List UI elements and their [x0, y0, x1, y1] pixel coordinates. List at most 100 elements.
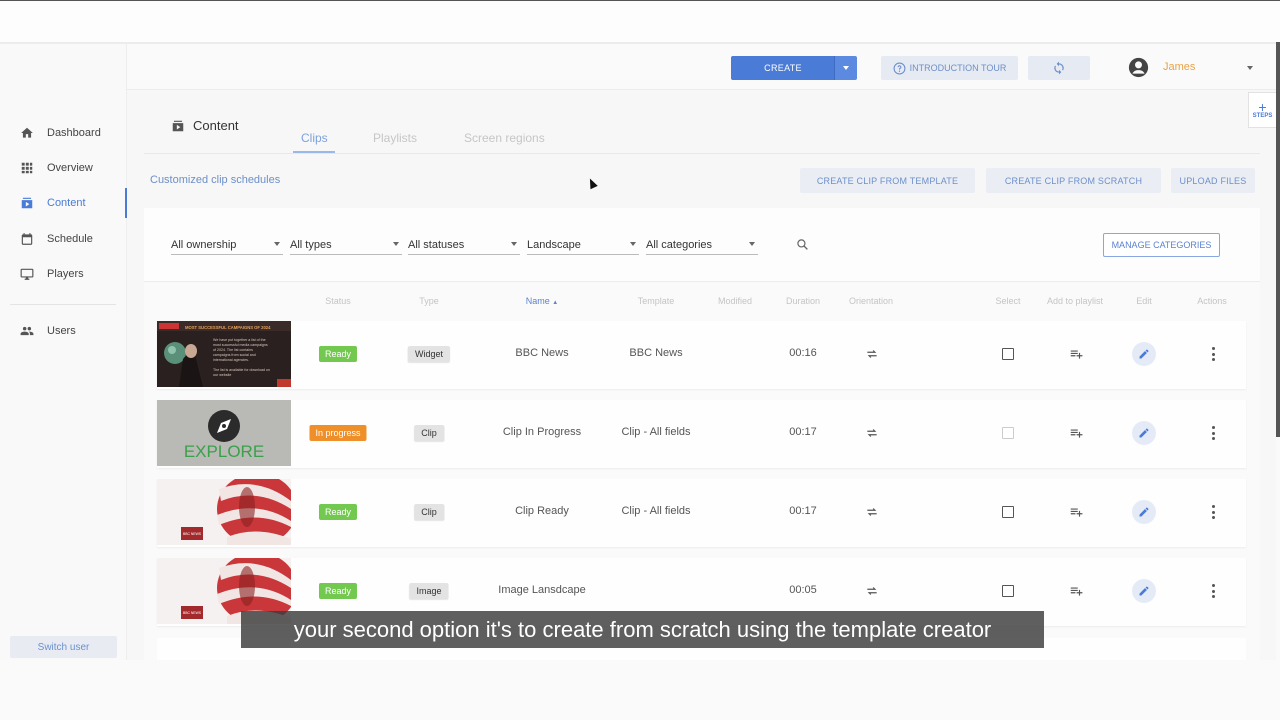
column-header-orientation[interactable]: Orientation [849, 296, 893, 306]
type-badge: Widget [407, 346, 451, 362]
chevron-down-icon [749, 242, 755, 246]
sidebar-item-label: Players [47, 268, 84, 280]
thumb-headline: EXPLORE [184, 442, 264, 461]
sidebar: Dashboard Overview Content Schedule Play… [0, 44, 127, 662]
create-dropdown-button[interactable] [834, 56, 857, 80]
column-header-name[interactable]: Name ▲ [526, 296, 558, 306]
avatar[interactable] [1128, 57, 1149, 78]
pencil-icon [1139, 428, 1149, 438]
type-badge: Clip [414, 425, 444, 441]
clip-name[interactable]: Clip In Progress [503, 426, 581, 438]
chevron-down-icon [393, 242, 399, 246]
add-to-playlist-icon[interactable] [1069, 505, 1083, 519]
table-row[interactable]: BBC NEWS Ready Clip Clip Ready Clip - Al… [157, 479, 1246, 547]
type-filter[interactable]: All types [290, 235, 402, 255]
user-name[interactable]: James [1163, 61, 1195, 73]
select-checkbox[interactable] [1002, 506, 1014, 518]
edit-button[interactable] [1132, 500, 1156, 524]
tab-screen-regions[interactable]: Screen regions [464, 131, 545, 145]
sidebar-item-label: Schedule [47, 233, 93, 245]
page-title: Content [171, 118, 239, 133]
landscape-orientation-icon [867, 508, 877, 516]
clip-name[interactable]: Image Lansdcape [498, 584, 585, 596]
sidebar-item-dashboard[interactable]: Dashboard [20, 123, 101, 143]
scrollbar[interactable] [1276, 42, 1280, 437]
category-filter[interactable]: All categories [646, 235, 758, 255]
content-icon [172, 120, 184, 131]
column-header-status[interactable]: Status [325, 296, 351, 306]
users-icon [20, 326, 34, 336]
thumb-text-line: of 2024. The list contains [213, 348, 253, 352]
create-button[interactable]: CREATE [731, 56, 835, 80]
column-header-name-label: Name [525, 296, 550, 306]
edit-button[interactable] [1132, 342, 1156, 366]
edit-button[interactable] [1132, 421, 1156, 445]
column-header-actions: Actions [1197, 296, 1227, 306]
clip-name[interactable]: Clip Ready [515, 505, 569, 517]
create-clip-from-scratch-button[interactable]: CREATE CLIP FROM SCRATCH [986, 168, 1161, 193]
sidebar-item-content[interactable]: Content [20, 193, 86, 213]
clip-thumbnail: EXPLORE [157, 400, 291, 466]
sidebar-item-players[interactable]: Players [20, 264, 84, 284]
status-filter-value: All statuses [408, 238, 465, 251]
type-filter-value: All types [290, 238, 332, 251]
clip-name[interactable]: BBC News [515, 347, 568, 359]
orientation-filter-value: Landscape [527, 238, 581, 251]
tab-clips[interactable]: Clips [301, 131, 328, 145]
thumb-headline: BBC NEWS [183, 611, 202, 615]
pencil-icon [1139, 507, 1149, 517]
more-actions-icon[interactable] [1211, 505, 1215, 519]
table-row[interactable]: EXPLORE In progress Clip Clip In Progres… [157, 400, 1246, 468]
user-menu-chevron-icon[interactable] [1247, 66, 1253, 70]
clip-template: Clip - All fields [621, 426, 691, 438]
chevron-down-icon [274, 242, 280, 246]
status-badge: Ready [318, 346, 358, 362]
sidebar-item-users[interactable]: Users [20, 321, 76, 341]
add-to-playlist-icon[interactable] [1069, 426, 1083, 440]
orientation-filter[interactable]: Landscape [527, 235, 639, 255]
select-checkbox[interactable] [1002, 348, 1014, 360]
content-icon [21, 197, 33, 209]
thumb-text-line: campaigns from social and [213, 353, 256, 357]
app-window: Dashboard Overview Content Schedule Play… [0, 0, 1280, 720]
sort-ascending-icon: ▲ [552, 300, 559, 306]
column-header-edit: Edit [1136, 296, 1152, 306]
clip-duration: 00:17 [789, 505, 817, 517]
status-filter[interactable]: All statuses [408, 235, 520, 255]
search-icon[interactable] [796, 238, 809, 251]
page-footer-area [0, 660, 1280, 720]
column-header-duration[interactable]: Duration [786, 296, 820, 306]
sidebar-item-overview[interactable]: Overview [20, 158, 93, 178]
more-actions-icon[interactable] [1211, 584, 1215, 598]
switch-user-button[interactable]: Switch user [10, 636, 117, 658]
sidebar-item-label: Content [47, 197, 86, 209]
clip-duration: 00:16 [789, 347, 817, 359]
introduction-tour-button[interactable]: INTRODUCTION TOUR [881, 56, 1018, 80]
tab-playlists[interactable]: Playlists [373, 131, 417, 145]
add-to-playlist-icon[interactable] [1069, 347, 1083, 361]
column-header-template[interactable]: Template [638, 296, 675, 306]
column-header-add-to-playlist: Add to playlist [1046, 296, 1104, 306]
select-checkbox[interactable] [1002, 585, 1014, 597]
column-header-modified[interactable]: Modified [718, 296, 752, 306]
table-row[interactable]: MOST SUCCESSFUL CAMPAIGNS OF 2024 We hav… [157, 321, 1246, 389]
plus-icon: + [1258, 99, 1267, 115]
ownership-filter[interactable]: All ownership [171, 235, 283, 255]
steps-tab[interactable]: + STEPS [1248, 92, 1276, 128]
customized-clip-schedules-link[interactable]: Customized clip schedules [150, 174, 280, 186]
manage-categories-button[interactable]: MANAGE CATEGORIES [1103, 233, 1220, 257]
status-badge: Ready [318, 583, 358, 599]
more-actions-icon[interactable] [1211, 347, 1215, 361]
refresh-button[interactable] [1028, 56, 1090, 80]
thumb-text-line: our website [213, 373, 231, 377]
landscape-orientation-icon [867, 429, 877, 437]
upload-files-button[interactable]: UPLOAD FILES [1171, 168, 1255, 193]
active-nav-indicator [125, 188, 127, 218]
more-actions-icon[interactable] [1211, 426, 1215, 440]
create-clip-from-template-button[interactable]: CREATE CLIP FROM TEMPLATE [800, 168, 975, 193]
sidebar-item-schedule[interactable]: Schedule [20, 229, 93, 249]
column-header-type[interactable]: Type [419, 296, 439, 306]
add-to-playlist-icon[interactable] [1069, 584, 1083, 598]
edit-button[interactable] [1132, 579, 1156, 603]
help-circle-icon [893, 62, 906, 74]
